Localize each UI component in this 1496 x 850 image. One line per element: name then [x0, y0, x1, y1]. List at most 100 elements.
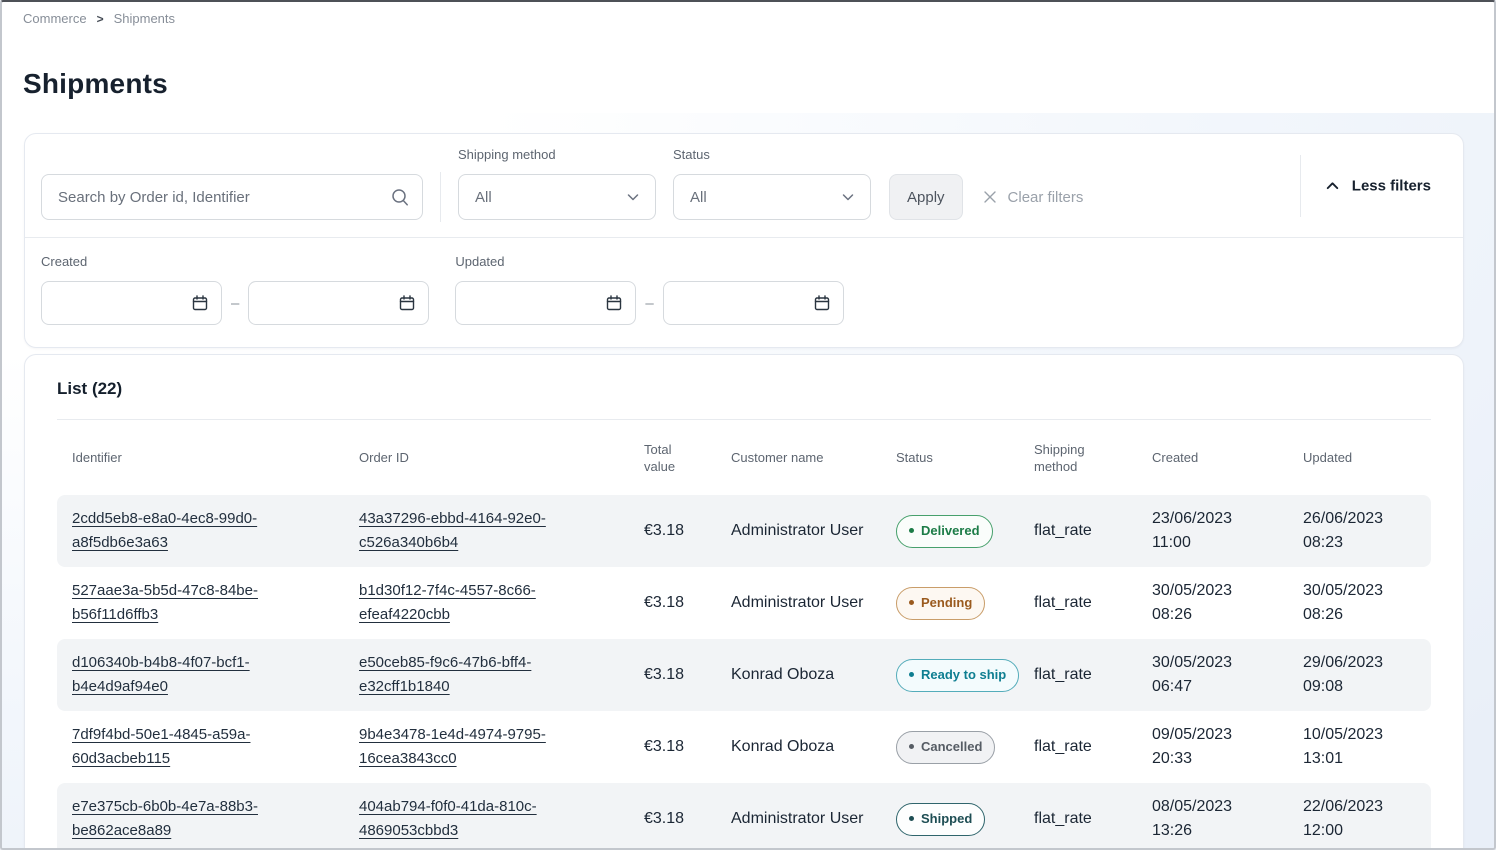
less-filters-toggle[interactable]: Less filters [1324, 177, 1431, 194]
column-header: Shipping method [1019, 441, 1137, 475]
column-header: Total value [629, 441, 716, 475]
customer-name: Administrator User [716, 519, 881, 543]
order-id-link[interactable]: b1d30f12-7f4c-4557-8c66-efeaf4220cbb [359, 582, 536, 623]
table-row: 527aae3a-5b5d-47c8-84be-b56f11d6ffb3 b1d… [57, 567, 1431, 639]
breadcrumb-item-shipments[interactable]: Shipments [114, 11, 175, 26]
identifier-link[interactable]: 2cdd5eb8-e8a0-4ec8-99d0-a8f5db6e3a63 [72, 510, 257, 551]
status-badge-label: Shipped [921, 807, 972, 831]
shipments-list-panel: List (22) IdentifierOrder IDTotal valueC… [24, 354, 1464, 850]
identifier-link[interactable]: 7df9f4bd-50e1-4845-a59a-60d3acbeb115 [72, 726, 250, 767]
created-from-field [41, 281, 222, 325]
shipping-method: flat_rate [1019, 591, 1137, 615]
chevron-down-icon [840, 189, 856, 205]
total-value: €3.18 [629, 735, 716, 759]
column-header: Updated [1288, 449, 1431, 466]
shipping-method-select[interactable]: All [458, 174, 656, 220]
status-badge: Shipped [896, 803, 985, 836]
table-header-row: IdentifierOrder IDTotal valueCustomer na… [57, 420, 1431, 495]
customer-name: Konrad Oboza [716, 735, 881, 759]
toggle-divider [1300, 155, 1301, 217]
customer-name: Administrator User [716, 807, 881, 831]
updated-from-field [455, 281, 636, 325]
table-body: 2cdd5eb8-e8a0-4ec8-99d0-a8f5db6e3a63 43a… [57, 495, 1431, 850]
search-input[interactable] [41, 174, 423, 220]
status-dot-icon [909, 600, 914, 605]
shipping-method-value: All [475, 189, 492, 206]
status-badge-label: Delivered [921, 519, 980, 543]
clear-filters-button[interactable]: Clear filters [981, 174, 1084, 220]
updated-at: 26/06/2023 08:23 [1288, 507, 1431, 555]
filter-row-dates: Created – [25, 238, 1463, 347]
calendar-icon [604, 293, 624, 313]
status-badge: Ready to ship [896, 659, 1019, 692]
order-id-link[interactable]: 43a37296-ebbd-4164-92e0-c526a340b6b4 [359, 510, 546, 551]
column-header: Created [1137, 449, 1288, 466]
created-at: 23/06/2023 11:00 [1137, 507, 1288, 555]
order-id-link[interactable]: 9b4e3478-1e4d-4974-9795-16cea3843cc0 [359, 726, 546, 767]
search-icon [390, 187, 410, 207]
shipping-method: flat_rate [1019, 807, 1137, 831]
total-value: €3.18 [629, 591, 716, 615]
created-to-field [248, 281, 429, 325]
search-field [41, 174, 423, 220]
status-label: Status [673, 147, 871, 162]
column-header: Customer name [716, 449, 881, 466]
created-at: 09/05/2023 20:33 [1137, 723, 1288, 771]
order-id-link[interactable]: 404ab794-f0f0-41da-810c-4869053cbbd3 [359, 798, 537, 839]
column-header: Order ID [344, 449, 629, 466]
shipping-method: flat_rate [1019, 519, 1137, 543]
created-at: 08/05/2023 13:26 [1137, 795, 1288, 843]
status-dot-icon [909, 816, 914, 821]
apply-button[interactable]: Apply [889, 174, 963, 220]
status-badge-label: Ready to ship [921, 663, 1006, 687]
status-badge: Delivered [896, 515, 993, 548]
filter-panel: Shipping method All Status All [24, 133, 1464, 348]
filter-row-main: Shipping method All Status All [25, 134, 1463, 237]
date-range-dash: – [645, 295, 653, 312]
chevron-up-icon [1324, 177, 1341, 194]
updated-at: 22/06/2023 12:00 [1288, 795, 1431, 843]
breadcrumb-item-commerce[interactable]: Commerce [23, 11, 87, 26]
list-heading: List (22) [25, 355, 1463, 419]
chevron-down-icon [625, 189, 641, 205]
status-dot-icon [909, 744, 914, 749]
shipping-method: flat_rate [1019, 735, 1137, 759]
column-header: Status [881, 449, 1019, 466]
table-row: e7e375cb-6b0b-4e7a-88b3-be862ace8a89 404… [57, 783, 1431, 850]
page-title: Shipments [23, 68, 1473, 100]
identifier-link[interactable]: d106340b-b4b8-4f07-bcf1-b4e4d9af94e0 [72, 654, 250, 695]
status-badge: Pending [896, 587, 985, 620]
status-badge-label: Cancelled [921, 735, 982, 759]
updated-to-field [663, 281, 844, 325]
calendar-icon [812, 293, 832, 313]
breadcrumb: Commerce > Shipments [2, 2, 1494, 26]
total-value: €3.18 [629, 807, 716, 831]
customer-name: Administrator User [716, 591, 881, 615]
calendar-icon [190, 293, 210, 313]
clear-x-icon [981, 188, 999, 206]
created-date-filter: Created – [41, 254, 429, 325]
order-id-link[interactable]: e50ceb85-f9c6-47b6-bff4-e32cff1b1840 [359, 654, 531, 695]
identifier-link[interactable]: 527aae3a-5b5d-47c8-84be-b56f11d6ffb3 [72, 582, 258, 623]
shipments-page: Commerce > Shipments Shipments Shipping … [0, 0, 1496, 850]
column-header: Identifier [57, 449, 344, 466]
status-filter: Status All [673, 147, 871, 220]
updated-label: Updated [455, 254, 843, 269]
less-filters-label: Less filters [1352, 177, 1431, 194]
status-value: All [690, 189, 707, 206]
status-select[interactable]: All [673, 174, 871, 220]
shipping-method-filter: Shipping method All [458, 147, 656, 220]
clear-filters-label: Clear filters [1008, 189, 1084, 206]
date-range-dash: – [231, 295, 239, 312]
created-label: Created [41, 254, 429, 269]
table-row: d106340b-b4b8-4f07-bcf1-b4e4d9af94e0 e50… [57, 639, 1431, 711]
identifier-link[interactable]: e7e375cb-6b0b-4e7a-88b3-be862ace8a89 [72, 798, 258, 839]
updated-at: 30/05/2023 08:26 [1288, 579, 1431, 627]
breadcrumb-separator: > [97, 12, 104, 26]
updated-date-filter: Updated – [455, 254, 843, 325]
created-at: 30/05/2023 06:47 [1137, 651, 1288, 699]
shipping-method: flat_rate [1019, 663, 1137, 687]
customer-name: Konrad Oboza [716, 663, 881, 687]
status-badge: Cancelled [896, 731, 995, 764]
content-area: Shipping method All Status All [2, 113, 1494, 849]
